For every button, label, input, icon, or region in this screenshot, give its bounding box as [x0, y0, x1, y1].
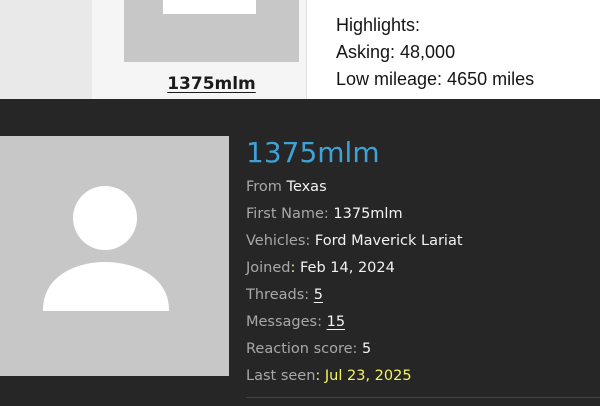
post-content: Highlights: Asking: 48,000 Low mileage: …	[336, 12, 600, 102]
post-line: Asking: 48,000	[336, 42, 456, 62]
messages-label: Messages:	[246, 314, 322, 330]
first-name-label: First Name:	[246, 206, 329, 222]
messages-count-link[interactable]: 15	[327, 314, 345, 330]
member-avatar[interactable]	[0, 136, 229, 376]
post-line: Low mileage: 4650 miles	[336, 69, 535, 89]
member-last-seen-row: Last seen: Jul 23, 2025	[246, 363, 463, 390]
from-label: From	[246, 179, 282, 195]
member-tooltip-card: 1375mlm From Texas First Name: 1375mlm V…	[0, 99, 600, 406]
member-reaction-row: Reaction score: 5	[246, 336, 463, 363]
last-seen-value: Jul 23, 2025	[324, 368, 412, 384]
last-seen-label: Last seen	[246, 368, 316, 384]
member-name-link[interactable]: 1375mlm	[246, 135, 463, 171]
post-username-link[interactable]: 1375mlm	[124, 74, 299, 94]
threads-count-link[interactable]: 5	[314, 287, 323, 303]
joined-value: Feb 14, 2024	[300, 260, 395, 276]
vehicles-label: Vehicles:	[246, 233, 311, 249]
first-name-value: 1375mlm	[333, 206, 403, 222]
joined-label: Joined	[246, 260, 291, 276]
from-value: Texas	[286, 179, 327, 195]
member-first-name-row: First Name: 1375mlm	[246, 201, 463, 228]
joined-colon: :	[290, 260, 296, 276]
vehicles-value: Ford Maverick Lariat	[314, 233, 463, 249]
member-messages-row: Messages: 15	[246, 309, 463, 336]
threads-label: Threads:	[246, 287, 310, 303]
card-divider	[246, 397, 600, 398]
post-line: Highlights:	[336, 15, 421, 35]
user-silhouette-icon	[43, 186, 169, 311]
post-left-gutter	[0, 0, 92, 100]
member-vehicles-row: Vehicles: Ford Maverick Lariat	[246, 228, 463, 255]
reaction-score-label: Reaction score:	[246, 341, 358, 357]
member-location-row: From Texas	[246, 174, 463, 201]
post-avatar-silhouette	[163, 0, 256, 14]
member-info: 1375mlm From Texas First Name: 1375mlm V…	[246, 135, 463, 390]
reaction-score-value: 5	[362, 341, 372, 357]
last-seen-colon: :	[315, 368, 321, 384]
member-joined-row: Joined: Feb 14, 2024	[246, 255, 463, 282]
member-threads-row: Threads: 5	[246, 282, 463, 309]
